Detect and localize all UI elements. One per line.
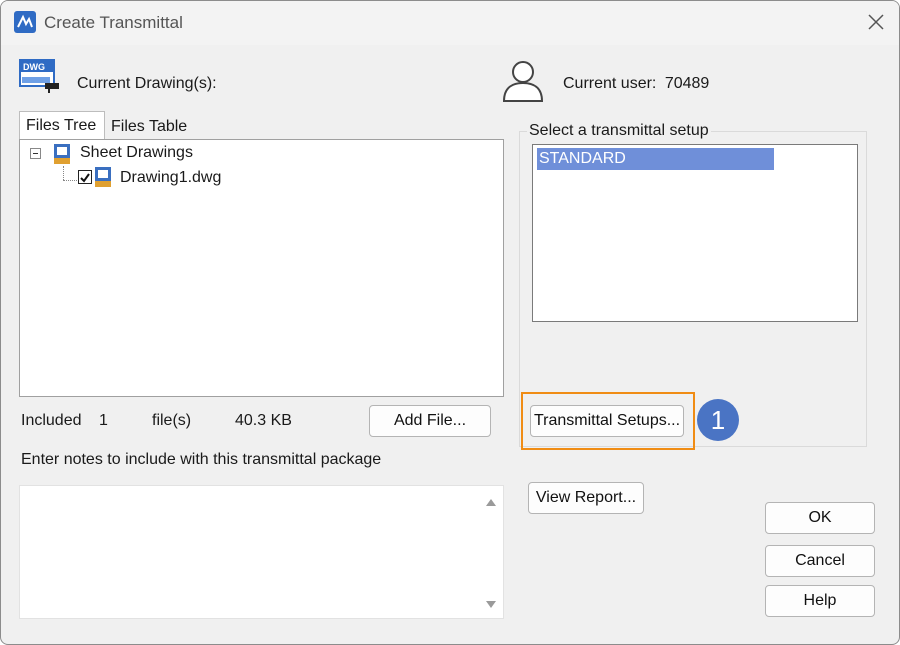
- view-report-label: View Report...: [535, 489, 637, 506]
- svg-text:DWG: DWG: [23, 62, 45, 72]
- current-user-label: Current user:: [563, 75, 657, 92]
- tree-child-label[interactable]: Drawing1.dwg: [120, 169, 221, 187]
- notes-label: Enter notes to include with this transmi…: [21, 451, 382, 468]
- add-file-label: Add File...: [393, 412, 467, 429]
- view-report-button[interactable]: View Report...: [528, 482, 644, 514]
- notes-textarea[interactable]: [19, 485, 504, 619]
- help-button[interactable]: Help: [765, 585, 875, 617]
- app-icon: [14, 11, 36, 33]
- help-label: Help: [803, 592, 837, 609]
- transmittal-setups-label: Transmittal Setups...: [533, 412, 681, 429]
- callout-badge: 1: [697, 399, 739, 441]
- transmittal-setup-label: Select a transmittal setup: [527, 122, 711, 140]
- current-user-value: 70489: [664, 75, 710, 92]
- create-transmittal-dialog: Create Transmittal DWG Current Drawing(s…: [0, 0, 900, 645]
- window-title: Create Transmittal: [44, 13, 183, 32]
- title-bar: Create Transmittal: [1, 1, 899, 45]
- add-file-button[interactable]: Add File...: [369, 405, 491, 437]
- scroll-up-icon[interactable]: [484, 496, 498, 508]
- tab-files-tree-label: Files Tree: [26, 117, 97, 134]
- tab-files-table-label: Files Table: [111, 118, 188, 135]
- included-size: 40.3 KB: [235, 412, 292, 429]
- included-count: 1: [99, 412, 108, 429]
- cancel-button[interactable]: Cancel: [765, 545, 875, 577]
- cancel-label: Cancel: [795, 552, 845, 569]
- tree-root-label[interactable]: Sheet Drawings: [80, 144, 193, 162]
- tree-connector: [63, 180, 77, 181]
- sheet-set-icon: [53, 143, 73, 165]
- ok-button[interactable]: OK: [765, 502, 875, 534]
- included-unit: file(s): [152, 412, 192, 429]
- check-icon: [80, 173, 90, 183]
- tree-connector: [63, 166, 64, 180]
- current-user: Current user: 70489: [563, 75, 709, 93]
- dwg-file-icon: [94, 166, 114, 188]
- ok-label: OK: [808, 509, 832, 526]
- tab-files-table[interactable]: Files Table: [105, 113, 205, 141]
- setup-item-standard[interactable]: STANDARD: [537, 148, 774, 170]
- files-tree[interactable]: Sheet Drawings Drawing1.dwg: [19, 139, 504, 397]
- tab-files-tree[interactable]: Files Tree: [19, 111, 105, 139]
- included-label: Included: [21, 412, 82, 429]
- transmittal-setup-list[interactable]: STANDARD: [532, 144, 858, 322]
- dwg-icon: DWG: [19, 59, 61, 95]
- drawing-checkbox[interactable]: [78, 170, 92, 184]
- close-icon: [868, 14, 884, 30]
- user-icon: [501, 55, 545, 103]
- scroll-down-icon[interactable]: [484, 598, 498, 610]
- current-drawings-label: Current Drawing(s):: [77, 75, 217, 92]
- close-button[interactable]: [863, 9, 889, 35]
- collapse-toggle[interactable]: [30, 148, 41, 159]
- transmittal-setups-button[interactable]: Transmittal Setups...: [530, 405, 684, 437]
